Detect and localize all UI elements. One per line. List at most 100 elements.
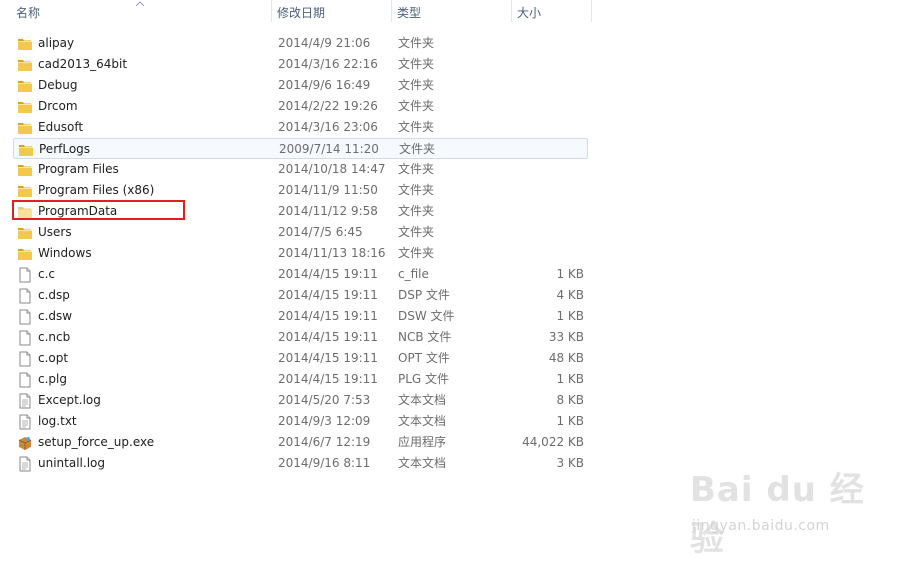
file-date: 2014/4/15 19:11 (278, 267, 378, 281)
column-divider[interactable] (511, 0, 512, 22)
file-name: c.opt (38, 351, 69, 365)
file-size: 1 KB (556, 414, 584, 428)
file-row[interactable]: setup_force_up.exe 2014/6/7 12:19 应用程序 44,0… (13, 432, 588, 453)
file-type: 文件夹 (398, 183, 435, 197)
folder-icon (17, 99, 33, 115)
text-file-icon (17, 456, 33, 472)
folder-icon (17, 246, 33, 262)
file-size: 4 KB (556, 288, 584, 302)
file-row[interactable]: Edusoft 2014/3/16 23:06 文件夹 (13, 117, 588, 138)
file-type: 文件夹 (398, 99, 435, 113)
file-icon (17, 267, 33, 283)
watermark-url: jingyan.baidu.com (692, 518, 830, 534)
file-name: Program Files (38, 162, 119, 176)
file-date: 2014/9/3 12:09 (278, 414, 371, 428)
file-type: 文件夹 (398, 78, 435, 92)
file-icon (17, 288, 33, 304)
file-row[interactable]: Debug 2014/9/6 16:49 文件夹 (13, 75, 588, 96)
file-name: alipay (38, 36, 75, 50)
file-row[interactable]: c.plg 2014/4/15 19:11 PLG 文件 1 KB (13, 369, 588, 390)
file-row[interactable]: log.txt 2014/9/3 12:09 文本文档 1 KB (13, 411, 588, 432)
file-name: Edusoft (38, 120, 84, 134)
column-header-date[interactable]: 修改日期 (277, 0, 391, 26)
file-row[interactable]: Drcom 2014/2/22 19:26 文件夹 (13, 96, 588, 117)
file-row[interactable]: unintall.log 2014/9/16 8:11 文本文档 3 KB (13, 453, 588, 474)
file-date: 2014/4/9 21:06 (278, 36, 371, 50)
file-name: cad2013_64bit (38, 57, 128, 71)
file-row[interactable]: cad2013_64bit 2014/3/16 22:16 文件夹 (13, 54, 588, 75)
folder-icon (17, 78, 33, 94)
file-date: 2014/4/15 19:11 (278, 372, 378, 386)
file-date: 2014/9/16 8:11 (278, 456, 371, 470)
file-date: 2014/3/16 23:06 (278, 120, 378, 134)
file-type: DSP 文件 (398, 288, 450, 302)
file-type: 文件夹 (398, 36, 435, 50)
file-type: PLG 文件 (398, 372, 450, 386)
file-type: 文件夹 (398, 246, 435, 260)
file-date: 2014/4/15 19:11 (278, 330, 378, 344)
file-date: 2014/9/6 16:49 (278, 78, 371, 92)
file-date: 2014/11/13 18:16 (278, 246, 386, 260)
file-type: 文件夹 (398, 57, 435, 71)
sort-ascending-icon (136, 1, 144, 6)
file-type: 文件夹 (398, 120, 435, 134)
file-name: Debug (38, 78, 78, 92)
file-row[interactable]: c.dsw 2014/4/15 19:11 DSW 文件 1 KB (13, 306, 588, 327)
file-row[interactable]: c.dsp 2014/4/15 19:11 DSP 文件 4 KB (13, 285, 588, 306)
column-header-type[interactable]: 类型 (397, 0, 511, 26)
file-row[interactable]: c.opt 2014/4/15 19:11 OPT 文件 48 KB (13, 348, 588, 369)
file-row[interactable]: alipay 2014/4/9 21:06 文件夹 (13, 33, 588, 54)
column-divider[interactable] (391, 0, 392, 22)
file-type: NCB 文件 (398, 330, 452, 344)
file-size: 1 KB (556, 372, 584, 386)
file-type: 文本文档 (398, 456, 447, 470)
file-name: c.dsw (38, 309, 73, 323)
file-name: log.txt (38, 414, 77, 428)
installer-icon (17, 435, 33, 451)
file-name: c.dsp (38, 288, 70, 302)
file-type: 文本文档 (398, 414, 447, 428)
file-size: 3 KB (556, 456, 584, 470)
file-icon (17, 309, 33, 325)
file-name: c.plg (38, 372, 67, 386)
file-date: 2014/4/15 19:11 (278, 351, 378, 365)
folder-icon (17, 36, 33, 52)
file-name: setup_force_up.exe (38, 435, 155, 449)
file-name: Drcom (38, 99, 78, 113)
file-row[interactable]: Program Files (x86) 2014/11/9 11:50 文件夹 (13, 180, 588, 201)
file-date: 2014/4/15 19:11 (278, 288, 378, 302)
file-date: 2014/2/22 19:26 (278, 99, 378, 113)
file-type: 文件夹 (398, 225, 435, 239)
file-row[interactable]: Users 2014/7/5 6:45 文件夹 (13, 222, 588, 243)
column-divider[interactable] (591, 0, 592, 22)
folder-icon (18, 142, 34, 158)
file-name: Users (38, 225, 72, 239)
file-name: c.c (38, 267, 56, 281)
column-header-size[interactable]: 大小 (517, 0, 592, 26)
folder-icon (17, 162, 33, 178)
file-date: 2014/5/20 7:53 (278, 393, 371, 407)
text-file-icon (17, 393, 33, 409)
file-size: 48 KB (548, 351, 584, 365)
column-divider[interactable] (271, 0, 272, 22)
file-type: 文件夹 (398, 162, 435, 176)
file-row[interactable]: c.c 2014/4/15 19:11 c_file 1 KB (13, 264, 588, 285)
file-date: 2014/10/18 14:47 (278, 162, 386, 176)
file-type: 文件夹 (399, 142, 436, 156)
file-row[interactable]: c.ncb 2014/4/15 19:11 NCB 文件 33 KB (13, 327, 588, 348)
file-size: 1 KB (556, 267, 584, 281)
file-size: 8 KB (556, 393, 584, 407)
file-row[interactable]: Windows 2014/11/13 18:16 文件夹 (13, 243, 588, 264)
file-icon (17, 351, 33, 367)
file-type: c_file (398, 267, 429, 281)
file-date: 2014/6/7 12:19 (278, 435, 371, 449)
file-size: 33 KB (548, 330, 584, 344)
file-row[interactable]: PerfLogs 2009/7/14 11:20 文件夹 (13, 138, 588, 159)
file-row[interactable]: Program Files 2014/10/18 14:47 文件夹 (13, 159, 588, 180)
file-name: Windows (38, 246, 92, 260)
file-size: 1 KB (556, 309, 584, 323)
file-type: DSW 文件 (398, 309, 455, 323)
file-row[interactable]: Except.log 2014/5/20 7:53 文本文档 8 KB (13, 390, 588, 411)
file-icon (17, 372, 33, 388)
file-type: 文件夹 (398, 204, 435, 218)
